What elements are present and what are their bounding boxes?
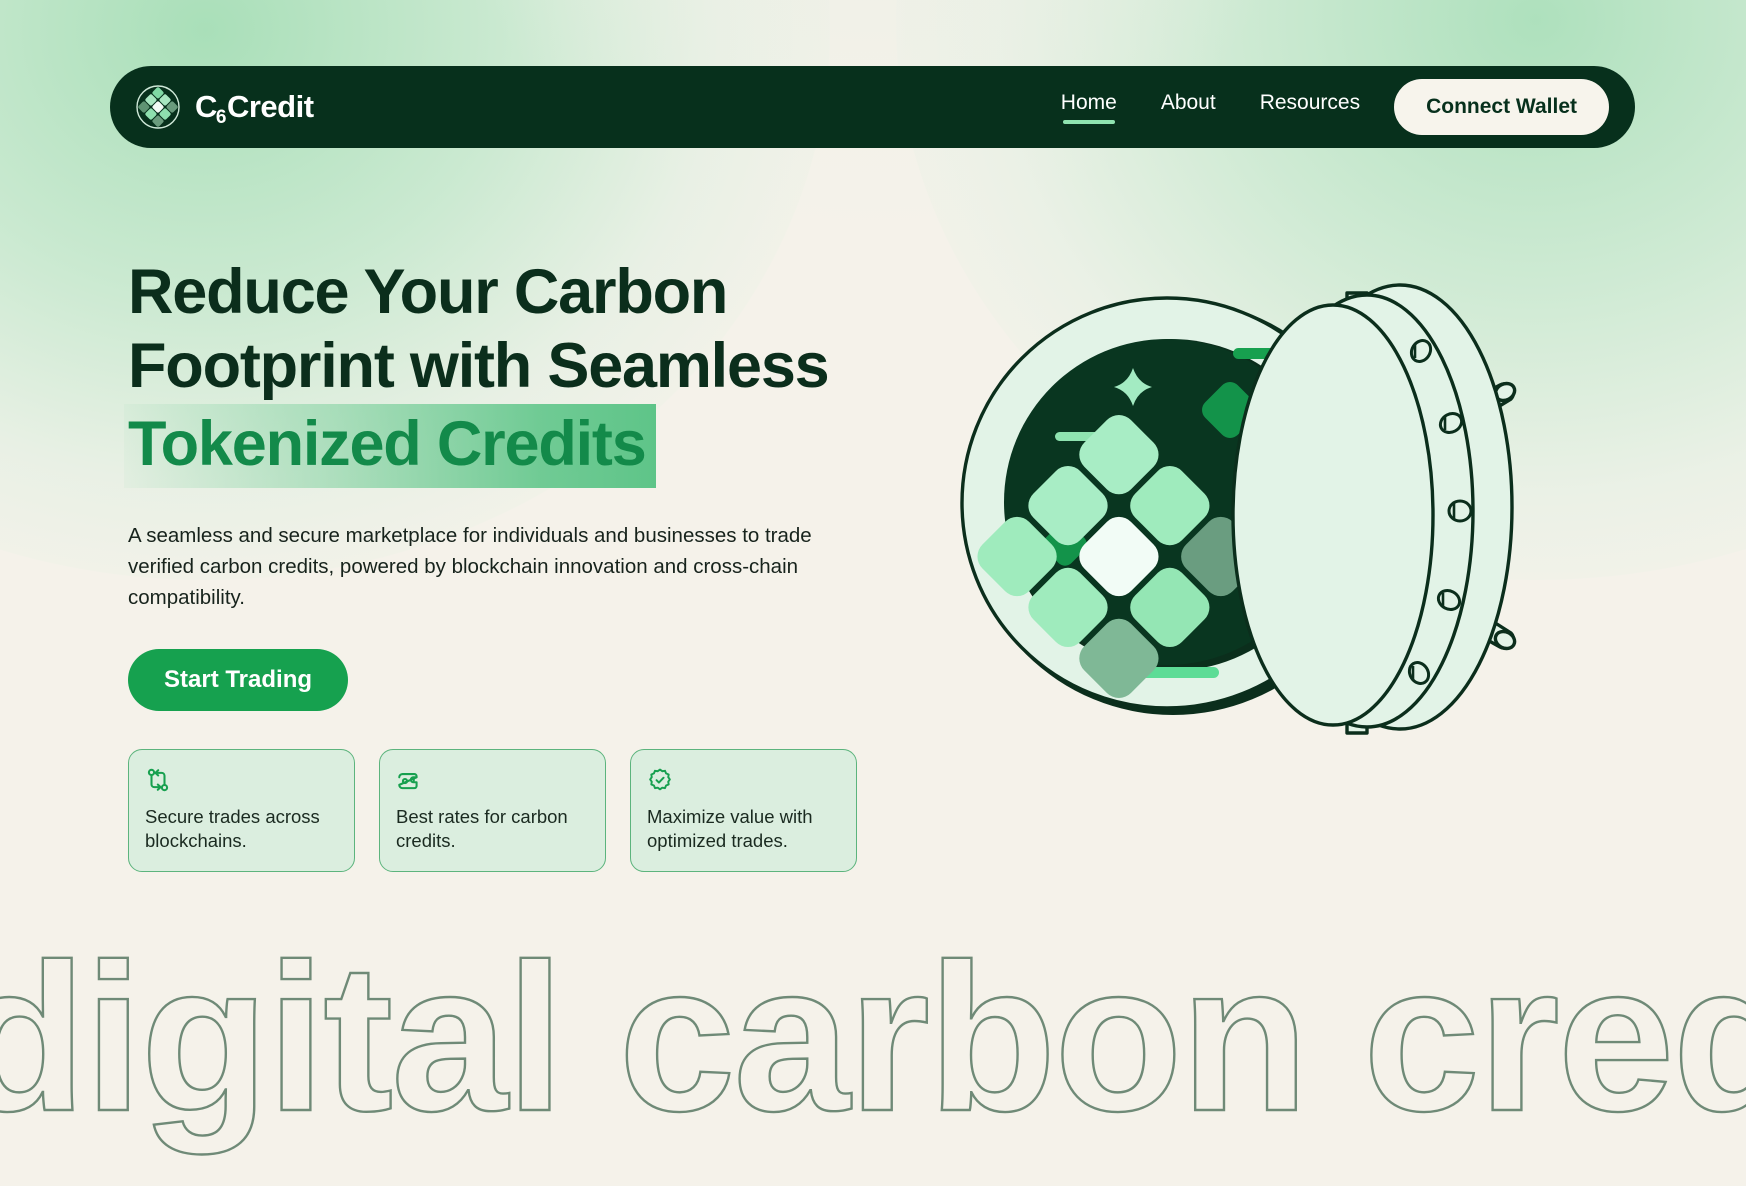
headline-line-1: Reduce Your Carbon <box>128 257 728 327</box>
banknote-wallet-icon <box>396 767 422 793</box>
feature-card-label: Maximize value with optimized trades. <box>647 806 813 852</box>
marquee-banner: digital carbon credit <box>0 936 1746 1186</box>
headline-highlight: Tokenized Credits <box>124 403 656 488</box>
page-title: Reduce Your Carbon Footprint with Seamle… <box>124 255 918 488</box>
nav-link-about[interactable]: About <box>1161 91 1216 124</box>
feature-card-secure-trades[interactable]: Secure trades across blockchains. <box>128 749 355 873</box>
feature-card-best-rates[interactable]: Best rates for carbon credits. <box>379 749 606 873</box>
brand-name-suffix: Credit <box>226 89 314 124</box>
feature-card-label: Secure trades across blockchains. <box>145 806 320 852</box>
nav-links: Home About Resources <box>1061 91 1360 124</box>
headline-line-2: Footprint with Seamless <box>128 331 830 402</box>
start-trading-button[interactable]: Start Trading <box>128 649 349 712</box>
verified-badge-check-icon <box>647 767 673 793</box>
cross-chain-swap-icon <box>145 767 171 793</box>
marquee-text: digital carbon credit <box>0 936 1746 1156</box>
feature-card-maximize-value[interactable]: Maximize value with optimized trades. <box>630 749 857 873</box>
hero-content: Reduce Your Carbon Footprint with Seamle… <box>124 255 918 873</box>
open-vault-with-carbon-tokens-illustration <box>955 275 1645 745</box>
brand-name-prefix: C <box>195 89 217 124</box>
feature-card-list: Secure trades across blockchains. Best r… <box>128 749 918 873</box>
nav-link-home[interactable]: Home <box>1061 91 1117 124</box>
brand-name-subscript: 6 <box>215 107 227 128</box>
diamond-grid-circle-icon <box>135 84 181 130</box>
hero-subtext: A seamless and secure marketplace for in… <box>128 523 812 610</box>
connect-wallet-button[interactable]: Connect Wallet <box>1394 79 1609 135</box>
headline-line-3: Tokenized Credits <box>124 403 918 488</box>
nav-link-resources[interactable]: Resources <box>1260 91 1360 124</box>
landing-page: C6Credit Home About Resources Connect Wa… <box>0 0 1746 1186</box>
navbar: C6Credit Home About Resources Connect Wa… <box>110 66 1635 148</box>
brand-logo[interactable]: C6Credit <box>135 84 314 130</box>
feature-card-label: Best rates for carbon credits. <box>396 806 568 852</box>
brand-name: C6Credit <box>195 89 314 128</box>
